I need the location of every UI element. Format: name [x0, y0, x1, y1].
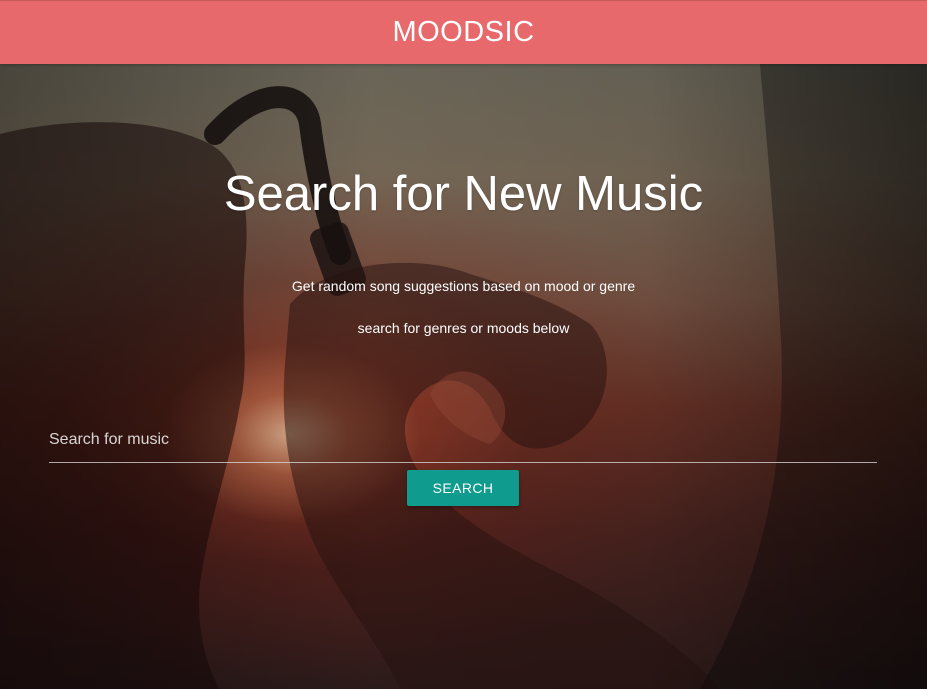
page-title: Search for New Music	[223, 167, 704, 221]
hero-section: Search for New Music Get random song sug…	[0, 64, 927, 689]
hero-content: Search for New Music Get random song sug…	[0, 64, 927, 689]
search-input[interactable]	[49, 420, 877, 460]
search-button[interactable]: SEARCH	[407, 470, 519, 506]
page: MOODSIC Search for New Music Get random …	[0, 0, 927, 689]
navbar: MOODSIC	[0, 0, 927, 64]
subtitle-suggestions: Get random song suggestions based on moo…	[291, 278, 636, 294]
search-field	[49, 420, 877, 463]
brand-logo[interactable]: MOODSIC	[392, 16, 534, 49]
subtitle-search-hint: search for genres or moods below	[357, 320, 570, 336]
